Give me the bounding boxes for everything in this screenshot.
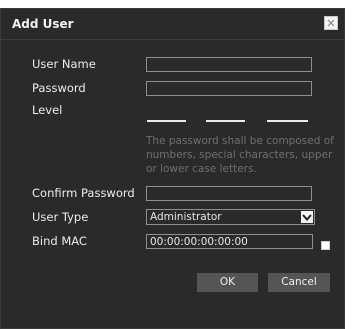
- chevron-down-icon: [301, 211, 313, 223]
- strength-bar-medium: [206, 120, 245, 122]
- cancel-button[interactable]: Cancel: [268, 273, 330, 292]
- user-type-select[interactable]: Administrator: [146, 209, 315, 225]
- user-type-value: Administrator: [150, 211, 222, 223]
- password-hint: The password shall be composed of number…: [146, 135, 334, 175]
- user-type-label: User Type: [32, 210, 89, 224]
- close-icon: [327, 19, 335, 27]
- password-input[interactable]: [146, 81, 312, 96]
- username-input[interactable]: [146, 57, 312, 72]
- confirm-password-label: Confirm Password: [32, 186, 135, 200]
- close-button[interactable]: [324, 16, 338, 30]
- strength-bar-strong: [267, 120, 308, 122]
- password-label: Password: [32, 81, 86, 95]
- ok-button[interactable]: OK: [197, 273, 258, 292]
- title-divider: [1, 39, 344, 40]
- strength-bar-weak: [147, 120, 186, 122]
- username-label: User Name: [32, 57, 96, 71]
- mac-address-input[interactable]: [146, 234, 313, 249]
- add-user-dialog: Add User User Name Password Level The pa…: [0, 8, 345, 329]
- dialog-titlebar: Add User: [1, 9, 344, 39]
- confirm-password-input[interactable]: [146, 186, 312, 201]
- level-label: Level: [32, 103, 63, 117]
- bind-mac-checkbox[interactable]: [321, 241, 330, 250]
- dialog-title: Add User: [12, 17, 74, 31]
- bind-mac-label: Bind MAC: [32, 234, 87, 248]
